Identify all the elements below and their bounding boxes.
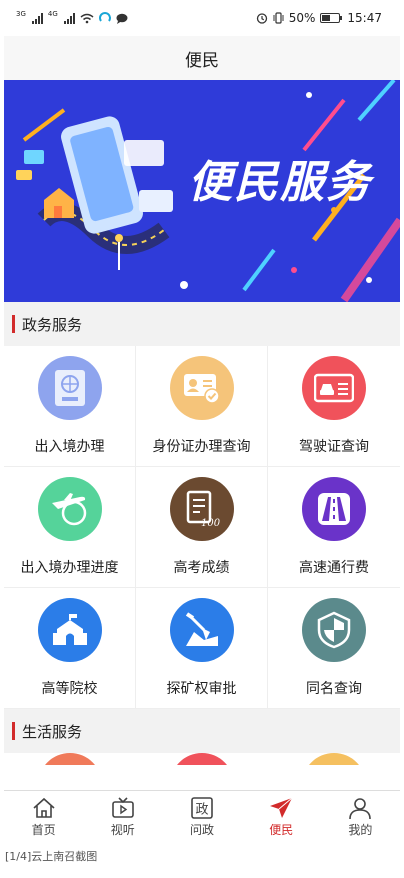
service-icon-bg: [169, 598, 234, 662]
service-label: 探矿权审批: [166, 681, 237, 697]
service-exit-entry[interactable]: 出入境办理: [4, 346, 136, 467]
service-same-name-query[interactable]: 同名查询: [268, 588, 400, 709]
college-icon: [52, 614, 87, 645]
profile-icon: [349, 797, 372, 819]
highway-icon: [318, 493, 350, 525]
status-bar: 3G 4G 50% 15:47: [4, 0, 400, 36]
life-services-grid-partial: [4, 753, 400, 765]
title-bar: 便民: [4, 36, 400, 80]
tab-convenience[interactable]: 便民: [242, 791, 321, 842]
tab-politics[interactable]: 政 问政: [162, 791, 241, 842]
service-icon-bg: [37, 477, 102, 541]
message-icon: [116, 13, 128, 24]
banner-title: 便民服务: [188, 157, 372, 208]
service-exam-score[interactable]: 100 高考成绩: [136, 467, 268, 588]
service-label: 高考成绩: [173, 560, 230, 576]
service-college[interactable]: 高等院校: [4, 588, 136, 709]
service-icon-bg: [302, 477, 366, 541]
service-label: 同名查询: [306, 681, 362, 697]
service-label: 驾驶证查询: [299, 439, 369, 455]
tab-label: 首页: [31, 822, 56, 837]
tab-label: 视听: [110, 822, 135, 837]
signal2-tag: 4G: [47, 10, 58, 18]
wifi-icon: [80, 13, 94, 23]
section-title: 政务服务: [22, 315, 83, 334]
screenshot-caption: [1/4]云上南召截图: [5, 850, 98, 863]
tab-home[interactable]: 首页: [4, 791, 83, 842]
service-icon-bg: 100: [169, 477, 234, 541]
battery-percent: 50%: [288, 11, 316, 25]
signal-icon: [63, 12, 75, 24]
life-service-icon-partial[interactable]: [302, 753, 366, 765]
section-accent-bar: [12, 722, 15, 740]
government-services-grid: 出入境办理 身份证办理查询 驾驶证查询 出入境办理进度 100 高考成绩 高速通…: [4, 346, 400, 709]
driver-license-icon: [314, 373, 354, 403]
app-notification-icon: [98, 12, 111, 22]
service-id-card[interactable]: 身份证办理查询: [136, 346, 268, 467]
life-service-icon-partial[interactable]: [38, 753, 102, 765]
banner[interactable]: 便民服务: [4, 80, 400, 302]
tab-audio-video[interactable]: 视听: [83, 791, 162, 842]
vibrate-icon: [273, 12, 284, 24]
id-card-icon: [183, 374, 220, 404]
service-highway-toll[interactable]: 高速通行费: [268, 467, 400, 588]
politics-icon: 政: [191, 796, 213, 819]
service-icon-bg: [37, 356, 102, 420]
service-icon-bg: [302, 598, 366, 662]
service-icon-bg: [37, 598, 102, 662]
paper-plane-icon: [270, 797, 293, 818]
tab-profile[interactable]: 我的: [321, 791, 400, 842]
service-driver-license[interactable]: 驾驶证查询: [268, 346, 400, 467]
battery-icon: [320, 13, 343, 23]
tv-icon: [111, 796, 134, 818]
exam-score-icon: 100: [186, 490, 220, 528]
service-icon-bg: [302, 356, 366, 420]
service-label: 身份证办理查询: [152, 439, 251, 455]
airplane-globe-icon: [51, 493, 86, 526]
service-label: 高速通行费: [299, 560, 369, 576]
signal-icon: [31, 12, 43, 24]
section-header-government: 政务服务: [4, 302, 400, 346]
section-accent-bar: [12, 315, 15, 333]
politics-icon-glyph: 政: [195, 802, 208, 817]
service-exit-entry-progress[interactable]: 出入境办理进度: [4, 467, 136, 588]
page-title: 便民: [185, 50, 219, 71]
service-label: 高等院校: [41, 681, 98, 697]
service-icon-bg: [169, 356, 234, 420]
section-title: 生活服务: [22, 722, 83, 741]
service-label: 出入境办理: [34, 439, 105, 455]
clock-time: 15:47: [347, 11, 382, 25]
status-bar-left: 3G 4G: [16, 10, 128, 24]
tab-label: 我的: [348, 822, 373, 837]
status-bar-right: 50% 15:47: [256, 11, 382, 25]
tab-label: 问政: [190, 822, 215, 837]
passport-icon: [54, 370, 85, 406]
service-label: 出入境办理进度: [20, 560, 119, 576]
svg-text:100: 100: [201, 518, 220, 528]
signal1-tag: 3G: [16, 10, 26, 18]
tab-label: 便民: [269, 822, 294, 837]
alarm-icon: [256, 13, 267, 24]
life-service-icon-partial[interactable]: [170, 753, 234, 765]
mining-shovel-icon: [185, 612, 218, 646]
home-icon: [33, 797, 55, 818]
shield-icon: [317, 611, 351, 649]
bottom-tab-bar: 首页 视听 政 问政 便民 我的: [4, 790, 400, 842]
phone-screen: 3G 4G 50% 15:47 便民 便民服务 政务服务 出入境办理 身份证办理…: [4, 0, 400, 842]
section-header-life: 生活服务: [4, 709, 400, 753]
service-mining-approval[interactable]: 探矿权审批: [136, 588, 268, 709]
